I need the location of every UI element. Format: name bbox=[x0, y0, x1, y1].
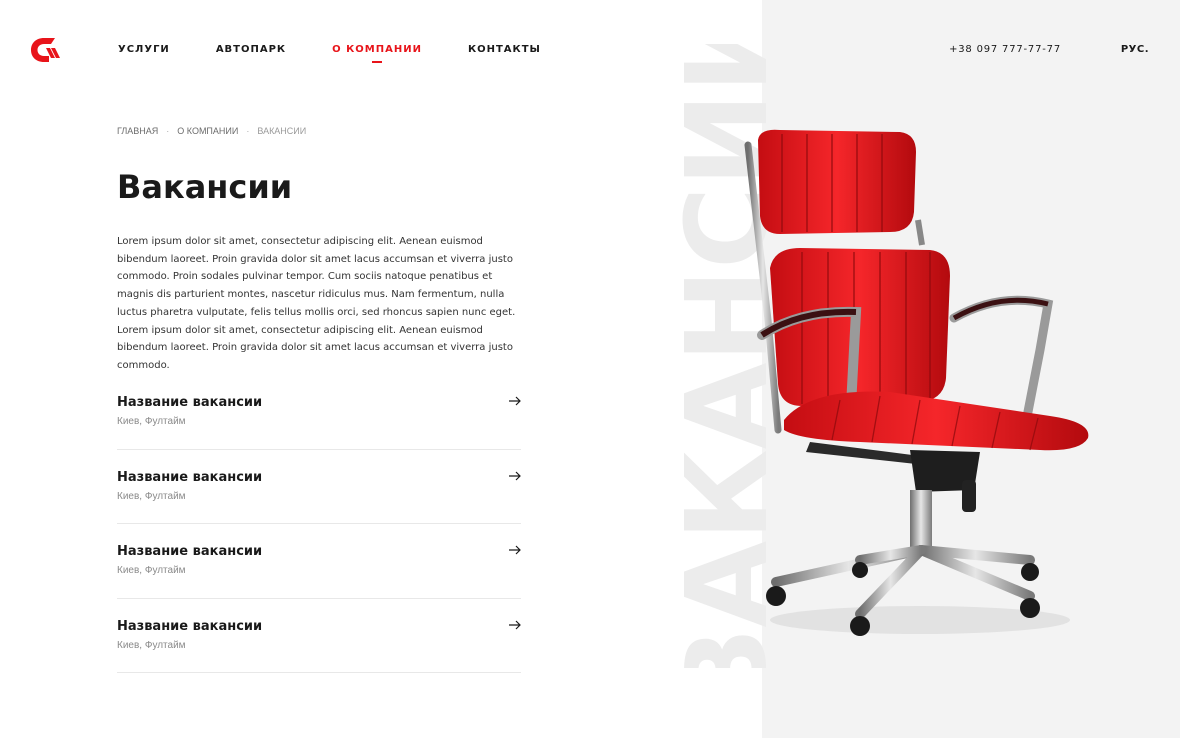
vacancy-item[interactable]: Название вакансии Киев, Фултайм bbox=[117, 375, 521, 450]
vacancy-meta: Киев, Фултайм bbox=[117, 416, 186, 427]
vacancy-item[interactable]: Название вакансии Киев, Фултайм bbox=[117, 524, 521, 599]
arrow-right-icon[interactable] bbox=[509, 545, 521, 555]
vacancy-list: Название вакансии Киев, Фултайм Название… bbox=[117, 375, 521, 673]
breadcrumb-current: ВАКАНСИИ bbox=[257, 126, 307, 136]
nav-item-contacts[interactable]: КОНТАКТЫ bbox=[468, 44, 541, 55]
arrow-right-icon[interactable] bbox=[509, 620, 521, 630]
breadcrumb-separator: · bbox=[166, 126, 170, 136]
nav-item-about[interactable]: О КОМПАНИИ bbox=[332, 44, 422, 63]
brand-logo-icon[interactable] bbox=[30, 36, 62, 64]
vacancy-item[interactable]: Название вакансии Киев, Фултайм bbox=[117, 450, 521, 524]
language-switcher[interactable]: РУС. bbox=[1121, 44, 1149, 55]
office-chair-image bbox=[744, 129, 1089, 636]
vacancy-meta: Киев, Фултайм bbox=[117, 639, 186, 651]
main-nav: УСЛУГИ АВТОПАРК О КОМПАНИИ КОНТАКТЫ bbox=[118, 44, 587, 63]
vacancy-item[interactable]: Название вакансии Киев, Фултайм bbox=[117, 599, 521, 673]
vacancy-title: Название вакансии bbox=[117, 469, 263, 485]
phone-link[interactable]: +38 097 777-77-77 bbox=[949, 44, 1061, 55]
breadcrumb-separator: · bbox=[246, 126, 250, 136]
vacancy-title: Название вакансии bbox=[117, 618, 263, 634]
breadcrumb-about[interactable]: О КОМПАНИИ bbox=[177, 126, 238, 136]
vacancy-title: Название вакансии bbox=[117, 395, 263, 410]
arrow-right-icon[interactable] bbox=[509, 396, 521, 406]
vacancy-meta: Киев, Фултайм bbox=[117, 490, 186, 502]
arrow-right-icon[interactable] bbox=[509, 471, 521, 481]
nav-item-services[interactable]: УСЛУГИ bbox=[118, 44, 170, 55]
intro-text: Lorem ipsum dolor sit amet, consectetur … bbox=[117, 236, 516, 371]
vacancy-meta: Киев, Фултайм bbox=[117, 565, 186, 576]
nav-item-fleet[interactable]: АВТОПАРК bbox=[216, 44, 286, 55]
breadcrumb: ГЛАВНАЯ · О КОМПАНИИ · ВАКАНСИИ bbox=[117, 126, 306, 136]
vacancy-title: Название вакансии bbox=[117, 544, 263, 559]
breadcrumb-home[interactable]: ГЛАВНАЯ bbox=[117, 126, 158, 136]
page-title: Вакансии bbox=[117, 168, 293, 206]
